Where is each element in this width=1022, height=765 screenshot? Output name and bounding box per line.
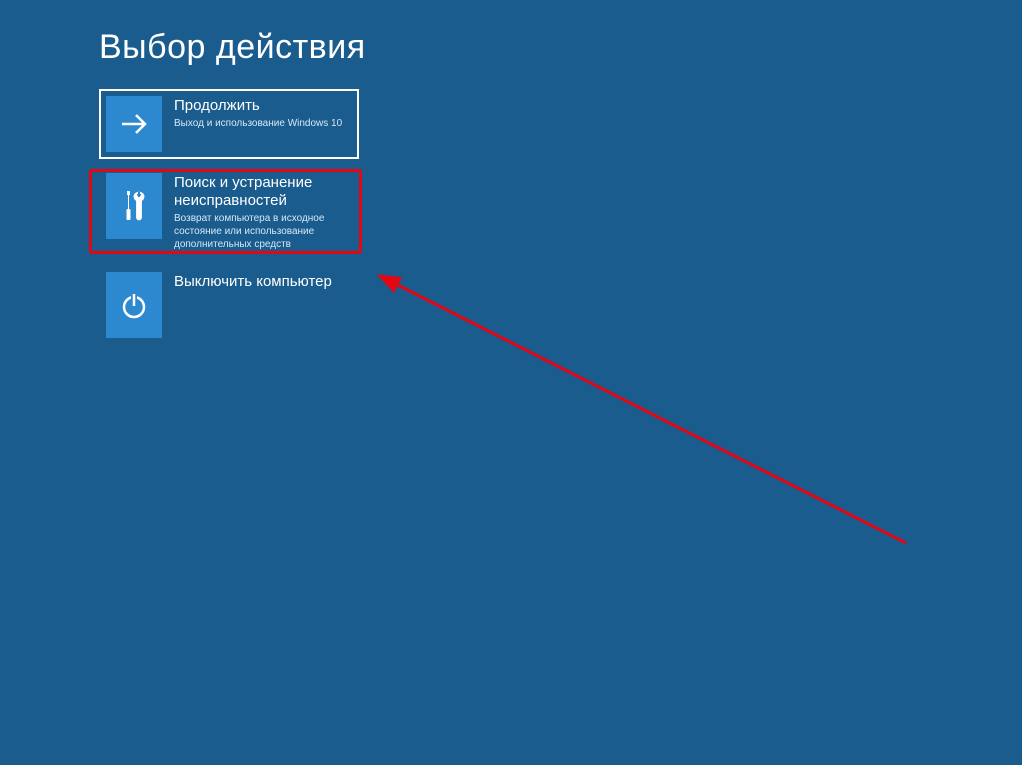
tile-continue-desc: Выход и использование Windows 10	[174, 117, 342, 130]
power-icon	[106, 272, 162, 338]
tile-continue-title: Продолжить	[174, 97, 342, 115]
tile-shutdown-title: Выключить компьютер	[174, 273, 332, 291]
tile-troubleshoot-desc: Возврат компьютера в исходное состояние …	[174, 212, 352, 251]
tile-list: Продолжить Выход и использование Windows…	[99, 89, 359, 345]
tile-troubleshoot[interactable]: Поиск и устранение неисправностей Возвра…	[99, 166, 359, 258]
tools-icon	[106, 173, 162, 239]
arrow-right-icon	[106, 96, 162, 152]
tile-continue[interactable]: Продолжить Выход и использование Windows…	[99, 89, 359, 159]
page-title: Выбор действия	[99, 28, 1022, 67]
tile-shutdown[interactable]: Выключить компьютер	[99, 265, 359, 345]
tile-troubleshoot-title: Поиск и устранение неисправностей	[174, 174, 352, 210]
